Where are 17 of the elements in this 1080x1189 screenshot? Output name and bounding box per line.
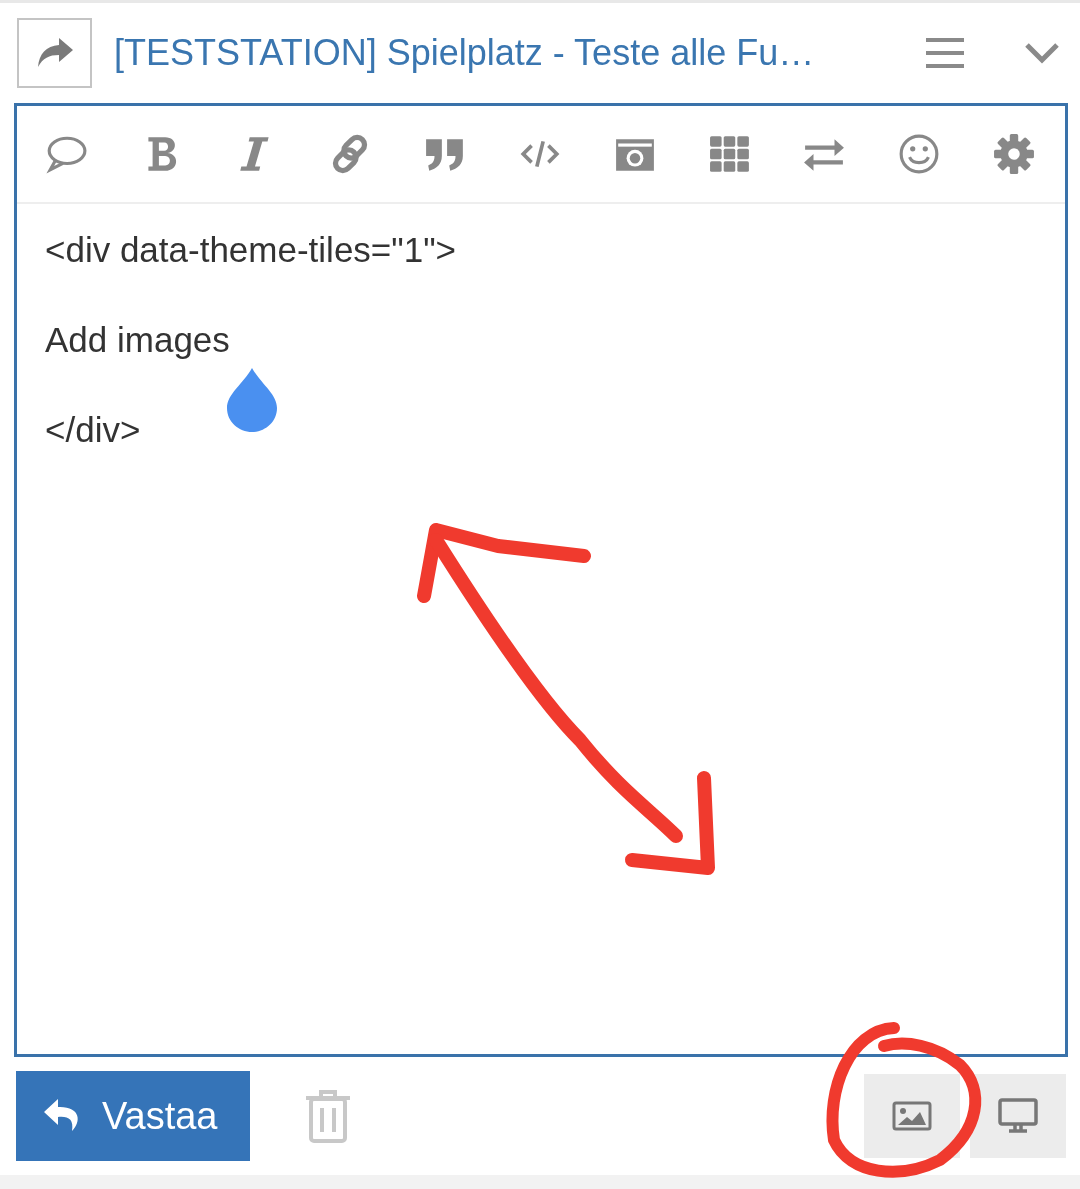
cursor-handle-icon[interactable]	[225, 366, 279, 434]
menu-icon[interactable]	[926, 38, 964, 68]
composer-editor[interactable]: <div data-theme-tiles="1"> Add images </div>	[14, 103, 1068, 1057]
monitor-icon	[998, 1098, 1038, 1134]
reply-button[interactable]: Vastaa	[16, 1071, 250, 1161]
editor-text-line: Add images	[45, 320, 230, 360]
settings-icon[interactable]	[992, 133, 1035, 175]
grid-icon[interactable]	[708, 133, 751, 175]
image-toggle-button[interactable]	[864, 1074, 960, 1158]
smiley-icon[interactable]	[898, 133, 941, 175]
share-button[interactable]	[17, 18, 92, 88]
topic-title[interactable]: [TESTSTATION] Spielplatz - Teste alle Fu…	[114, 32, 896, 74]
editor-text-line: </div>	[45, 410, 141, 450]
desktop-toggle-button[interactable]	[970, 1074, 1066, 1158]
image-icon	[892, 1101, 932, 1131]
editor-text-line: <div data-theme-tiles="1">	[45, 230, 457, 270]
chevron-down-icon[interactable]	[1024, 42, 1060, 64]
